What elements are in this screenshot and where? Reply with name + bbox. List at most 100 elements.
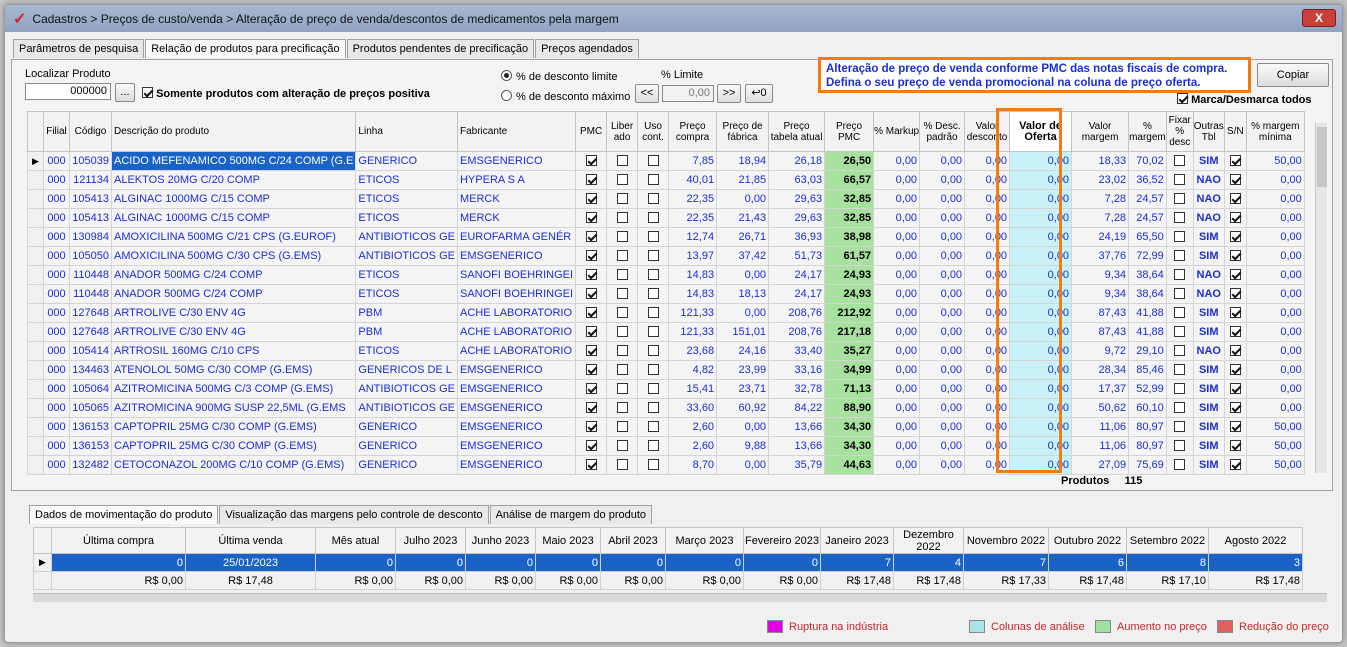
radio-desconto-maximo[interactable]: % de desconto máximo — [501, 90, 630, 103]
fixar-desc-cell[interactable] — [1165, 151, 1194, 171]
valor-oferta-cell[interactable]: 0,00 — [1009, 417, 1073, 437]
tab-agendados[interactable]: Preços agendados — [535, 39, 639, 58]
fixar-desc-cell[interactable] — [1165, 208, 1194, 228]
liberado-cell[interactable] — [606, 265, 639, 285]
liberado-checkbox[interactable] — [616, 344, 628, 356]
table-row[interactable]: 000 105414 ARTROSIL 160MG C/10 CPS ETICOS AC… — [27, 341, 1305, 361]
col-header[interactable]: S/N — [1223, 111, 1247, 152]
liberado-cell[interactable] — [606, 284, 639, 304]
fixar-desc-checkbox[interactable] — [1174, 192, 1186, 204]
col-header[interactable]: Descrição do produto — [110, 111, 357, 152]
liberado-cell[interactable] — [606, 360, 639, 380]
margem-minima-cell[interactable]: 0,00 — [1245, 303, 1305, 323]
sn-checkbox[interactable] — [1229, 249, 1241, 261]
liberado-checkbox[interactable] — [616, 382, 628, 394]
liberado-checkbox[interactable] — [616, 325, 628, 337]
liberado-cell[interactable] — [606, 417, 639, 437]
margem-minima-cell[interactable]: 50,00 — [1245, 455, 1305, 475]
tab-relacao[interactable]: Relação de produtos para precificação — [145, 39, 346, 58]
tab-analise[interactable]: Análise de margem do produto — [489, 505, 653, 524]
uso-cont-cell[interactable] — [637, 246, 670, 266]
table-row[interactable]: 000 110448 ANADOR 500MG C/24 COMP ETICOS SAN… — [27, 265, 1305, 285]
uso-cont-checkbox[interactable] — [647, 192, 659, 204]
valor-oferta-cell[interactable]: 0,00 — [1009, 360, 1073, 380]
descricao-cell[interactable]: ALGINAC 1000MG C/15 COMP — [110, 208, 357, 228]
liberado-cell[interactable] — [606, 341, 639, 361]
pmc-cell[interactable] — [575, 208, 608, 228]
liberado-cell[interactable] — [606, 170, 639, 190]
pmc-cell[interactable] — [575, 227, 608, 247]
pmc-cell[interactable] — [575, 189, 608, 209]
pmc-cell[interactable] — [575, 151, 608, 171]
descricao-cell[interactable]: ARTROLIVE C/30 ENV 4G — [110, 322, 357, 342]
margem-minima-cell[interactable]: 0,00 — [1245, 208, 1305, 228]
sn-checkbox[interactable] — [1229, 439, 1241, 451]
radio-on-icon[interactable] — [501, 70, 512, 81]
uso-cont-cell[interactable] — [637, 436, 670, 456]
fixar-desc-checkbox[interactable] — [1174, 420, 1186, 432]
tab-margens[interactable]: Visualização das margens pelo controle d… — [219, 505, 489, 524]
fixar-desc-cell[interactable] — [1165, 170, 1194, 190]
pmc-checkbox[interactable] — [585, 268, 597, 280]
movement-row-value[interactable]: R$ 0,00 R$ 17,48 R$ 0,00 R$ 0,00 R$ 0,00 R$ 0… — [33, 571, 1303, 590]
fixar-desc-checkbox[interactable] — [1174, 458, 1186, 470]
fixar-desc-cell[interactable] — [1165, 246, 1194, 266]
uso-cont-checkbox[interactable] — [647, 268, 659, 280]
pmc-checkbox[interactable] — [585, 458, 597, 470]
fixar-desc-cell[interactable] — [1165, 322, 1194, 342]
tab-movimentacao[interactable]: Dados de movimentação do produto — [29, 505, 219, 524]
uso-cont-cell[interactable] — [637, 360, 670, 380]
uso-cont-cell[interactable] — [637, 398, 670, 418]
fixar-desc-checkbox[interactable] — [1174, 249, 1186, 261]
table-row[interactable]: 000 130984 AMOXICILINA 500MG C/21 CPS (G.E… — [27, 227, 1305, 247]
close-button[interactable]: X — [1302, 9, 1336, 27]
pmc-checkbox[interactable] — [585, 401, 597, 413]
liberado-checkbox[interactable] — [616, 230, 628, 242]
valor-oferta-cell[interactable]: 0,00 — [1009, 227, 1073, 247]
liberado-checkbox[interactable] — [616, 154, 628, 166]
uso-cont-cell[interactable] — [637, 379, 670, 399]
movement-row-qty[interactable]: ▶ 0 25/01/2023 0 0 0 0 0 0 0 7 4 7 6 8 3 — [33, 553, 1303, 572]
fixar-desc-checkbox[interactable] — [1174, 287, 1186, 299]
sn-cell[interactable] — [1223, 436, 1247, 456]
fixar-desc-cell[interactable] — [1165, 265, 1194, 285]
margem-minima-cell[interactable]: 50,00 — [1245, 417, 1305, 437]
pmc-checkbox[interactable] — [585, 363, 597, 375]
uso-cont-checkbox[interactable] — [647, 325, 659, 337]
valor-oferta-cell[interactable]: 0,00 — [1009, 398, 1073, 418]
descricao-cell[interactable]: ACIDO MEFENAMICO 500MG C/24 COMP (G.E — [110, 151, 357, 171]
descricao-cell[interactable]: AMOXICILINA 500MG C/30 CPS (G.EMS) — [110, 246, 357, 266]
limite-input[interactable]: 0,00 — [662, 85, 714, 102]
fixar-desc-cell[interactable] — [1165, 398, 1194, 418]
sn-checkbox[interactable] — [1229, 306, 1241, 318]
liberado-cell[interactable] — [606, 246, 639, 266]
liberado-checkbox[interactable] — [616, 306, 628, 318]
uso-cont-checkbox[interactable] — [647, 173, 659, 185]
liberado-cell[interactable] — [606, 189, 639, 209]
valor-oferta-cell[interactable]: 0,00 — [1009, 170, 1073, 190]
movement-hscroll[interactable] — [33, 593, 1327, 602]
descricao-cell[interactable]: ALGINAC 1000MG C/15 COMP — [110, 189, 357, 209]
descricao-cell[interactable]: ANADOR 500MG C/24 COMP — [110, 265, 357, 285]
pmc-checkbox[interactable] — [585, 439, 597, 451]
marca-checkbox[interactable] — [1177, 93, 1188, 104]
grid-scrollbar[interactable] — [1315, 123, 1327, 473]
liberado-checkbox[interactable] — [616, 249, 628, 261]
fixar-desc-checkbox[interactable] — [1174, 363, 1186, 375]
sn-checkbox[interactable] — [1229, 420, 1241, 432]
pmc-cell[interactable] — [575, 398, 608, 418]
fixar-desc-checkbox[interactable] — [1174, 211, 1186, 223]
col-header[interactable]: Preço PMC — [824, 111, 875, 152]
sn-cell[interactable] — [1223, 341, 1247, 361]
col-header[interactable]: % margem — [1128, 111, 1167, 152]
pmc-cell[interactable] — [575, 246, 608, 266]
fixar-desc-cell[interactable] — [1165, 227, 1194, 247]
sn-cell[interactable] — [1223, 455, 1247, 475]
col-header[interactable]: Preço tabela atual — [768, 111, 826, 152]
localizar-input[interactable]: 000000 — [25, 83, 111, 100]
margem-minima-cell[interactable]: 0,00 — [1245, 398, 1305, 418]
uso-cont-checkbox[interactable] — [647, 230, 659, 242]
pmc-checkbox[interactable] — [585, 344, 597, 356]
sn-checkbox[interactable] — [1229, 287, 1241, 299]
descricao-cell[interactable]: ATENOLOL 50MG C/30 COMP (G.EMS) — [110, 360, 357, 380]
